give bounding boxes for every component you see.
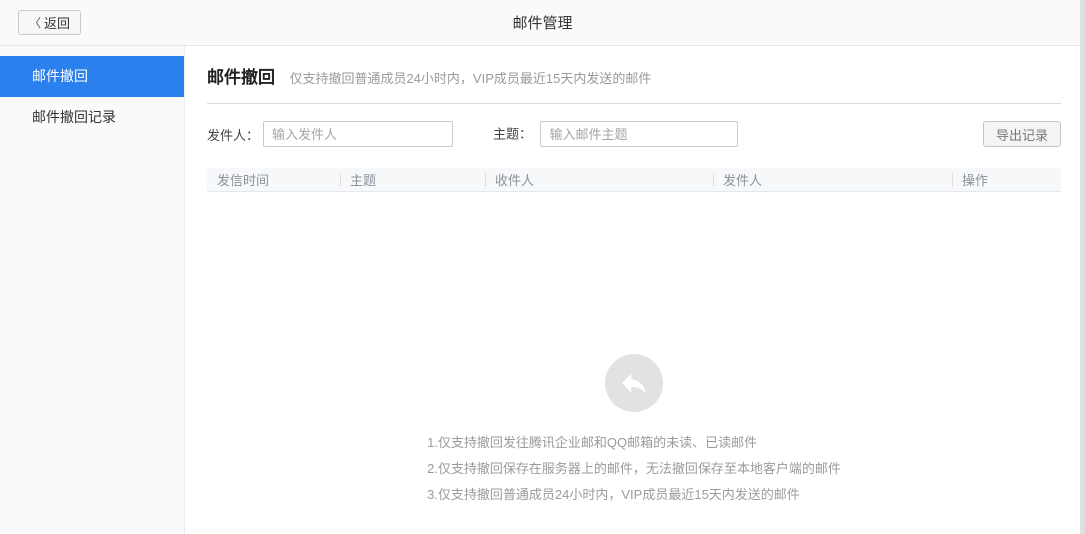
section-subtitle: 仅支持撤回普通成员24小时内，VIP成员最近15天内发送的邮件: [289, 71, 652, 86]
sidebar-item-mail-recall[interactable]: 邮件撤回: [0, 56, 184, 97]
subject-group: 主题：: [493, 121, 739, 147]
export-records-button[interactable]: 导出记录: [982, 121, 1061, 147]
column-header-subject: 主题: [340, 168, 485, 191]
recall-tip-3: 3.仅支持撤回普通成员24小时内，VIP成员最近15天内发送的邮件: [427, 487, 800, 502]
sidebar-item-mail-recall-records[interactable]: 邮件撤回记录: [0, 97, 184, 138]
subject-input[interactable]: [540, 121, 739, 147]
recall-tip-2: 2.仅支持撤回保存在服务器上的邮件，无法撤回保存至本地客户端的邮件: [427, 461, 841, 476]
table-header-row: 发信时间 主题 收件人 发件人 操作: [207, 168, 1061, 192]
top-bar: 〈 返回 邮件管理: [0, 0, 1085, 46]
sidebar: 邮件撤回 邮件撤回记录: [0, 46, 185, 534]
empty-state: 1.仅支持撤回发往腾讯企业邮和QQ邮箱的未读、已读邮件 2.仅支持撤回保存在服务…: [207, 354, 1061, 508]
page-layout: 邮件撤回 邮件撤回记录 邮件撤回 仅支持撤回普通成员24小时内，VIP成员最近1…: [0, 46, 1085, 534]
filter-row: 发件人： 主题： 导出记录: [207, 121, 1061, 147]
vertical-scrollbar[interactable]: [1080, 0, 1085, 534]
column-header-action: 操作: [952, 168, 1061, 191]
column-header-send-time: 发信时间: [217, 173, 270, 188]
recall-arrow-icon: [605, 354, 663, 412]
recall-tips: 1.仅支持撤回发往腾讯企业邮和QQ邮箱的未读、已读邮件 2.仅支持撤回保存在服务…: [427, 430, 841, 508]
column-header-sender: 发件人: [713, 168, 952, 191]
main-content: 邮件撤回 仅支持撤回普通成员24小时内，VIP成员最近15天内发送的邮件 发件人…: [185, 46, 1085, 534]
sender-label: 发件人：: [207, 127, 260, 143]
section-title: 邮件撤回: [207, 68, 275, 87]
column-header-recipient: 收件人: [485, 168, 713, 191]
reply-arrow-glyph: [622, 373, 646, 394]
section-header: 邮件撤回 仅支持撤回普通成员24小时内，VIP成员最近15天内发送的邮件: [207, 46, 1061, 104]
sender-input[interactable]: [263, 121, 454, 147]
recall-tip-1: 1.仅支持撤回发往腾讯企业邮和QQ邮箱的未读、已读邮件: [427, 435, 758, 450]
page-title: 邮件管理: [512, 15, 573, 32]
subject-label: 主题：: [493, 126, 533, 142]
